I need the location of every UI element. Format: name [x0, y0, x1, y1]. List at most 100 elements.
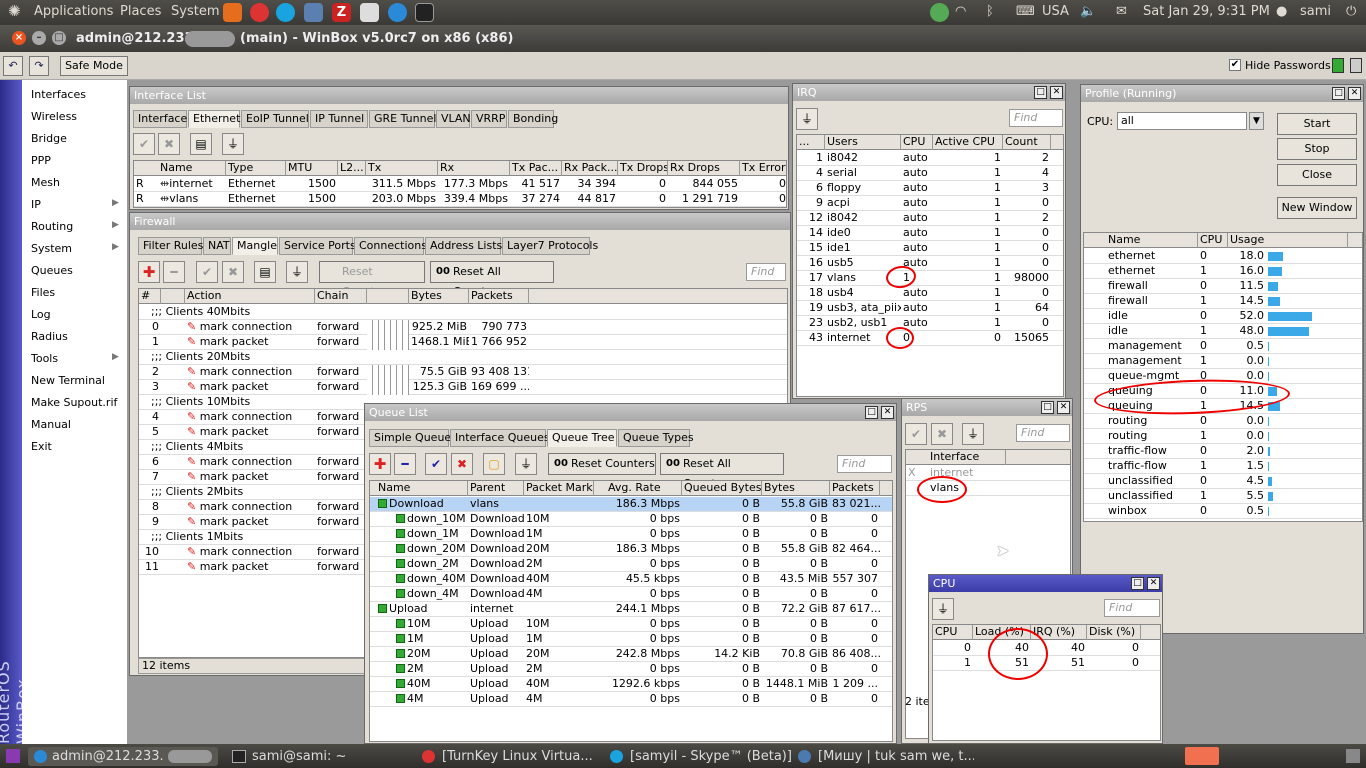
tab-3[interactable]: IP Tunnel — [310, 110, 368, 128]
column-header[interactable]: Disk (%) — [1087, 625, 1141, 640]
reset-all-counters-button[interactable]: 00Reset All Counters — [660, 453, 784, 490]
minimize-icon[interactable]: – — [32, 31, 46, 45]
enable-icon[interactable]: ✔ — [425, 453, 447, 475]
status-icon[interactable] — [930, 3, 949, 22]
find-input[interactable]: Find — [746, 263, 786, 281]
disable-icon[interactable]: ✖ — [158, 133, 180, 155]
skype-icon[interactable] — [276, 3, 295, 22]
menu-places[interactable]: Places — [120, 4, 161, 19]
wifi-icon[interactable]: ◠ — [955, 4, 966, 19]
table-row[interactable]: 1M Upload 1M 0 bps 0 B 0 B 0 — [370, 632, 892, 647]
menu-item-3[interactable]: PPP — [31, 154, 51, 167]
start-button[interactable]: Start — [1277, 113, 1357, 135]
tab-0[interactable]: Interface — [133, 110, 187, 128]
menu-applications[interactable]: Applications — [34, 4, 113, 19]
teamviewer-icon[interactable] — [388, 3, 407, 22]
disable-icon[interactable]: ✖ — [931, 423, 953, 445]
undo-icon[interactable]: ↶ — [3, 56, 23, 76]
table-row[interactable]: firewall 0 11.5 — [1084, 279, 1362, 294]
safe-mode-button[interactable]: Safe Mode — [60, 56, 128, 76]
column-header[interactable]: Count — [1003, 135, 1051, 150]
column-header[interactable]: MTU — [286, 161, 338, 176]
lock-icon[interactable] — [1332, 58, 1344, 73]
table-row[interactable]: 4M Upload 4M 0 bps 0 B 0 B 0 — [370, 692, 892, 707]
table-row[interactable]: 4 serial auto 1 4 — [797, 166, 1063, 181]
table-row[interactable]: down_1M Download 1M 0 bps 0 B 0 B 0 — [370, 527, 892, 542]
table-row[interactable]: management 1 0.0 — [1084, 354, 1362, 369]
table-row[interactable]: ;;; Clients 20Mbits — [139, 350, 787, 365]
disable-icon[interactable]: ✖ — [451, 453, 473, 475]
column-header[interactable]: L2... — [338, 161, 366, 176]
pidgin-icon[interactable] — [304, 3, 323, 22]
menu-item-6[interactable]: Routing — [31, 220, 73, 233]
column-header[interactable]: Packet Marks — [524, 481, 594, 496]
maximize-icon[interactable]: □ — [52, 31, 66, 45]
user-name[interactable]: sami — [1300, 4, 1331, 19]
tab-6[interactable]: VRRP — [471, 110, 507, 128]
table-row[interactable]: R ⇹vlans Ethernet 1500 203.0 Mbps 339.4 Mbps 3… — [134, 192, 786, 207]
table-row[interactable]: 2 ✎ mark connection forward 75.5 GiB 93 408 … — [139, 365, 787, 380]
table-row[interactable]: traffic-flow 0 2.0 — [1084, 444, 1362, 459]
table-row[interactable]: ;;; Clients 40Mbits — [139, 305, 787, 320]
tab-3[interactable]: Queue Types — [618, 429, 694, 447]
table-row[interactable]: 9 acpi auto 1 0 — [797, 196, 1063, 211]
task-browser[interactable]: [Мишу | tuk sam we, t... — [794, 747, 974, 766]
table-row[interactable]: 18 usb4 auto 1 0 — [797, 286, 1063, 301]
close-icon[interactable]: ✕ — [881, 406, 894, 419]
table-row[interactable]: 17 vlans 1 1 98000 — [797, 271, 1063, 286]
column-header[interactable]: Name — [1106, 233, 1198, 248]
menu-item-4[interactable]: Mesh — [31, 176, 60, 189]
table-row[interactable]: down_2M Download 2M 0 bps 0 B 0 B 0 — [370, 557, 892, 572]
tab-0[interactable]: Filter Rules — [138, 237, 203, 255]
hide-passwords-checkbox[interactable]: ✔ — [1229, 59, 1241, 71]
table-row[interactable]: down_40M Download 40M 45.5 kbps 0 B 43.5 MiB 5… — [370, 572, 892, 587]
filter-icon[interactable]: ⏚ — [932, 598, 954, 620]
reset-counters-button[interactable]: Reset Counters — [319, 261, 425, 298]
maximize-icon[interactable]: □ — [1332, 87, 1345, 100]
redo-icon[interactable]: ↷ — [29, 56, 49, 76]
column-header[interactable]: Name — [158, 161, 226, 176]
column-header[interactable]: Interface — [928, 450, 1006, 465]
find-input[interactable]: Find — [837, 455, 892, 473]
new-window-button[interactable]: New Window — [1277, 197, 1357, 219]
comment-icon[interactable]: ▤ — [190, 133, 212, 155]
tab-2[interactable]: Queue Tree — [547, 429, 617, 447]
add-icon[interactable]: ✚ — [369, 453, 391, 475]
comment-icon[interactable]: ▤ — [254, 261, 276, 283]
table-row[interactable]: 16 usb5 auto 1 0 — [797, 256, 1063, 271]
table-row[interactable]: traffic-flow 1 1.5 — [1084, 459, 1362, 474]
close-button[interactable]: Close — [1277, 164, 1357, 186]
table-row[interactable]: 12 i8042 auto 1 2 — [797, 211, 1063, 226]
menu-item-0[interactable]: Interfaces — [31, 88, 86, 101]
menu-item-14[interactable]: Make Supout.rif — [31, 396, 117, 409]
power-icon[interactable]: ⏻ — [1346, 4, 1356, 19]
close-icon[interactable]: ✕ — [1147, 577, 1160, 590]
column-header[interactable]: Tx Errors — [740, 161, 786, 176]
column-header[interactable]: Type — [226, 161, 286, 176]
stop-button[interactable]: Stop — [1277, 138, 1357, 160]
table-row[interactable]: Download vlans 186.3 Mbps 0 B 55.8 GiB 83 021… — [370, 497, 892, 512]
close-icon[interactable]: ✕ — [1057, 401, 1070, 414]
ubuntu-logo-icon[interactable]: ✺ — [8, 2, 21, 20]
table-row[interactable]: 1 ✎ mark packet forward 1468.1 MiB 1 766 952 — [139, 335, 787, 350]
task-terminal[interactable]: sami@sami: ~ — [228, 747, 410, 766]
table-row[interactable]: 43 internet 0 0 15065 — [797, 331, 1063, 346]
menu-item-8[interactable]: Queues — [31, 264, 73, 277]
volume-icon[interactable]: 🔈 — [1080, 4, 1096, 19]
table-row[interactable]: 1 i8042 auto 1 2 — [797, 151, 1063, 166]
maximize-icon[interactable]: □ — [1034, 86, 1047, 99]
table-row[interactable]: unclassified 0 4.5 — [1084, 474, 1362, 489]
trash-icon[interactable] — [1346, 749, 1360, 763]
menu-item-1[interactable]: Wireless — [31, 110, 77, 123]
table-row[interactable]: 3 ✎ mark packet forward 125.3 GiB 169 699 ..… — [139, 380, 787, 395]
column-header[interactable]: CPU — [933, 625, 973, 640]
column-header[interactable]: Rx Pack... — [562, 161, 618, 176]
table-row[interactable]: winbox 0 0.5 — [1084, 504, 1362, 519]
close-icon[interactable]: ✕ — [1348, 87, 1361, 100]
table-row[interactable]: 2M Upload 2M 0 bps 0 B 0 B 0 — [370, 662, 892, 677]
table-row[interactable]: 6 floppy auto 1 3 — [797, 181, 1063, 196]
column-header[interactable]: Chain — [315, 289, 367, 304]
filter-icon[interactable]: ⏚ — [796, 108, 818, 130]
task-winbox[interactable]: admin@212.233. — [28, 747, 218, 766]
table-row[interactable]: 10M Upload 10M 0 bps 0 B 0 B 0 — [370, 617, 892, 632]
